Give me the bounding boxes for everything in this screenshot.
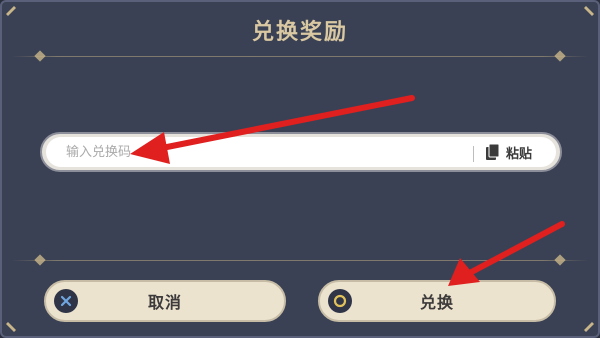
close-icon [54, 289, 78, 313]
clipboard-icon [485, 144, 500, 160]
divider-diamond-icon [34, 254, 46, 266]
field-divider [473, 146, 474, 162]
redeem-button[interactable]: 兑换 [318, 280, 556, 322]
paste-button-label: 粘贴 [505, 146, 532, 162]
redeem-code-input[interactable] [64, 137, 468, 167]
cancel-button[interactable]: 取消 [44, 280, 286, 322]
divider-diamond-icon [554, 254, 566, 266]
cancel-button-label: 取消 [147, 293, 182, 312]
redeem-code-field-inner: 粘贴 [46, 137, 556, 167]
paste-button[interactable]: 粘贴 [476, 137, 542, 167]
footer-divider [12, 260, 588, 261]
divider-diamond-icon [34, 50, 46, 62]
divider-diamond-icon [554, 50, 566, 62]
corner-ornament-icon [6, 322, 16, 332]
dialog-title: 兑换奖励 [251, 20, 348, 45]
redeem-code-field[interactable]: 粘贴 [40, 132, 562, 172]
redeem-dialog: 兑换奖励 粘贴 取消 [0, 0, 600, 338]
circle-icon [328, 289, 352, 313]
corner-ornament-icon [584, 322, 594, 332]
title-divider [12, 56, 588, 57]
confirm-button-arrow [448, 221, 565, 286]
redeem-button-label: 兑换 [419, 293, 454, 312]
